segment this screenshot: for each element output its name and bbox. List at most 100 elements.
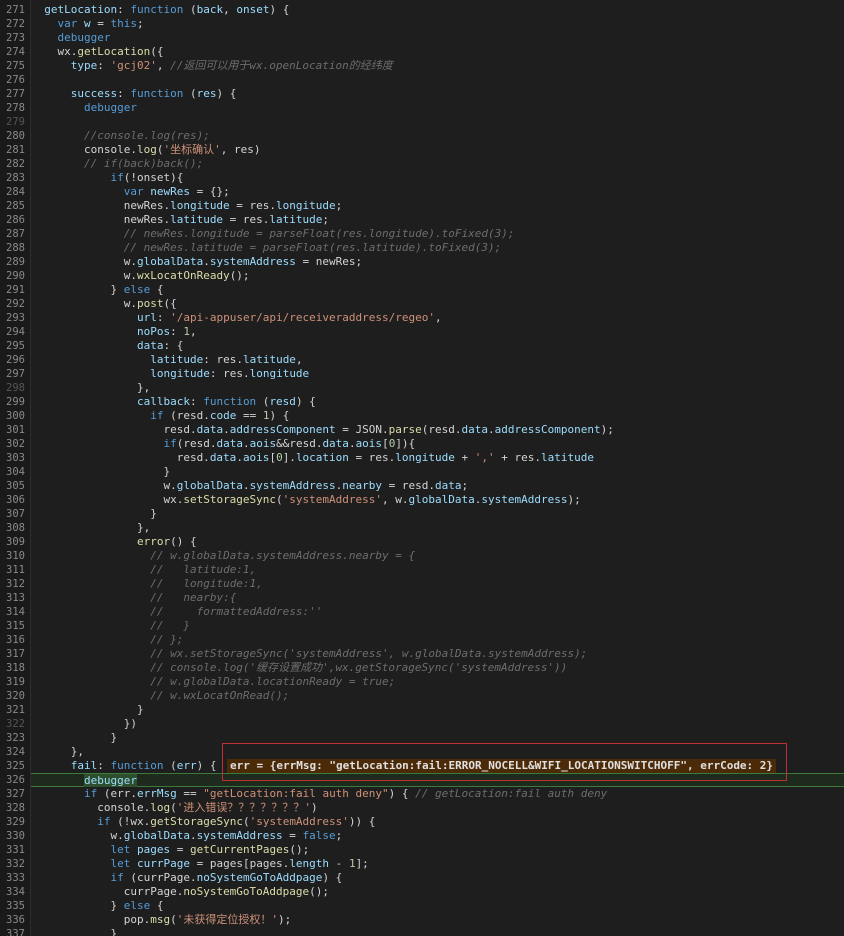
- code-line[interactable]: console.log('进入错误？？？？？？？'): [31, 801, 317, 815]
- code-line[interactable]: debugger: [31, 101, 137, 115]
- code-editor[interactable]: 271 272 273 274 275 276 277 278 279 280 281 282 283 2…: [0, 0, 844, 936]
- code-token: aois: [242, 451, 270, 464]
- code-line[interactable]: if (resd.code == 1) {: [31, 409, 289, 423]
- code-line[interactable]: w.wxLocatOnReady();: [31, 269, 250, 283]
- code-line[interactable]: url: '/api-appuser/api/receiveraddress/r…: [31, 311, 442, 325]
- line-number: 289: [6, 256, 25, 268]
- code-token: resd.: [31, 423, 197, 436]
- code-token: : res.: [209, 367, 250, 380]
- code-line[interactable]: // }: [31, 619, 190, 633]
- code-token: ;: [335, 199, 343, 212]
- code-token: ==: [176, 787, 204, 800]
- code-line[interactable]: // w.globalData.locationReady = true;: [31, 675, 395, 689]
- code-token: function: [130, 87, 184, 100]
- code-line[interactable]: resd.data.aois[0].location = res.longitu…: [31, 451, 594, 465]
- code-line[interactable]: // };: [31, 633, 183, 647]
- code-line[interactable]: // w.wxLocatOnRead();: [31, 689, 289, 703]
- code-line[interactable]: newRes.longitude = res.longitude;: [31, 199, 343, 213]
- code-line[interactable]: // wx.setStorageSync('systemAddress', w.…: [31, 647, 587, 661]
- code-line[interactable]: },: [31, 381, 150, 395]
- code-token: // formattedAddress:'': [150, 605, 323, 618]
- code-line[interactable]: pop.msg('未获得定位授权！');: [31, 913, 292, 927]
- code-token: function: [110, 759, 164, 772]
- code-token: data: [322, 437, 349, 450]
- line-number: 307: [6, 508, 25, 520]
- code-line[interactable]: // if(back)back();: [31, 157, 203, 171]
- code-line[interactable]: // latitude:1,: [31, 563, 256, 577]
- code-line[interactable]: }: [31, 703, 144, 717]
- line-number: 277: [6, 88, 25, 100]
- code-line[interactable]: let pages = getCurrentPages();: [31, 843, 309, 857]
- code-line[interactable]: wx.getLocation({: [31, 45, 163, 59]
- code-line[interactable]: callback: function (resd) {: [31, 395, 316, 409]
- code-token: length: [289, 857, 330, 870]
- code-token: latitude: [541, 451, 594, 464]
- code-line[interactable]: },: [31, 745, 84, 759]
- code-line[interactable]: data: {: [31, 339, 183, 353]
- code-line[interactable]: w.post({: [31, 297, 177, 311]
- code-line[interactable]: }: [31, 731, 117, 745]
- code-line[interactable]: newRes.latitude = res.latitude;: [31, 213, 329, 227]
- code-line[interactable]: // longitude:1,: [31, 577, 263, 591]
- code-line[interactable]: } else {: [31, 899, 163, 913]
- code-line[interactable]: // newRes.longitude = parseFloat(res.lon…: [31, 227, 515, 241]
- code-line[interactable]: latitude: res.latitude,: [31, 353, 302, 367]
- code-line[interactable]: w.globalData.systemAddress.nearby = resd…: [31, 479, 468, 493]
- code-line[interactable]: if(resd.data.aois&&resd.data.aois[0]){: [31, 437, 415, 451]
- code-token: .: [348, 437, 356, 450]
- code-line[interactable]: } else {: [31, 283, 163, 297]
- code-token: );: [277, 913, 292, 926]
- code-area[interactable]: getLocation: function (back, onset) { va…: [31, 0, 844, 936]
- line-number: 284: [6, 186, 25, 198]
- code-line[interactable]: // formattedAddress:'': [31, 605, 322, 619]
- code-line[interactable]: resd.data.addressComponent = JSON.parse(…: [31, 423, 613, 437]
- code-token: // longitude:1,: [150, 577, 263, 590]
- code-line[interactable]: var w = this;: [31, 17, 144, 31]
- code-line[interactable]: fail: function (err) {: [31, 759, 217, 773]
- code-line[interactable]: //console.log(res);: [31, 129, 210, 143]
- code-line[interactable]: currPage.noSystemGoToAddpage();: [31, 885, 329, 899]
- code-line[interactable]: let currPage = pages[pages.length - 1];: [31, 857, 368, 871]
- code-line[interactable]: getLocation: function (back, onset) {: [31, 3, 289, 17]
- code-line[interactable]: // console.log('缓存设置成功',wx.getStorageSyn…: [31, 661, 567, 675]
- line-number: 300: [6, 410, 25, 422]
- code-line[interactable]: // nearby:{: [31, 591, 236, 605]
- code-line[interactable]: if (currPage.noSystemGoToAddpage) {: [31, 871, 342, 885]
- code-line[interactable]: }: [31, 507, 157, 521]
- code-line[interactable]: type: 'gcj02', //返回可以用于wx.openLocation的经…: [31, 59, 393, 73]
- code-line[interactable]: }: [31, 465, 170, 479]
- code-line[interactable]: },: [31, 521, 150, 535]
- code-line[interactable]: var newRes = {};: [31, 185, 230, 199]
- code-line[interactable]: success: function (res) {: [31, 87, 237, 101]
- code-token: pages: [136, 843, 171, 856]
- line-number: 276: [6, 74, 25, 86]
- code-token: = res.: [229, 199, 277, 212]
- code-line[interactable]: }: [31, 927, 117, 936]
- code-line[interactable]: if (err.errMsg == "getLocation:fail auth…: [31, 787, 607, 801]
- code-line[interactable]: noPos: 1,: [31, 325, 197, 339]
- code-line[interactable]: if(!onset){: [31, 171, 183, 185]
- line-number: 296: [6, 354, 25, 366]
- code-line[interactable]: debugger: [31, 31, 111, 45]
- code-token: }: [31, 507, 157, 520]
- code-line[interactable]: error() {: [31, 535, 197, 549]
- code-token: =: [90, 17, 111, 30]
- code-token: ==: [236, 409, 263, 422]
- code-line[interactable]: wx.setStorageSync('systemAddress', w.glo…: [31, 493, 580, 507]
- code-line[interactable]: }): [31, 717, 137, 731]
- code-line[interactable]: longitude: res.longitude: [31, 367, 309, 381]
- code-line[interactable]: // w.globalData.systemAddress.nearby = {: [31, 549, 415, 563]
- code-line[interactable]: console.log('坐标确认', res): [31, 143, 261, 157]
- code-line[interactable]: w.globalData.systemAddress = false;: [31, 829, 342, 843]
- line-number: 336: [6, 914, 25, 926]
- code-line[interactable]: w.globalData.systemAddress = newRes;: [31, 255, 362, 269]
- code-line[interactable]: if (!wx.getStorageSync('systemAddress'))…: [31, 815, 375, 829]
- code-line[interactable]: // newRes.latitude = parseFloat(res.lati…: [31, 241, 502, 255]
